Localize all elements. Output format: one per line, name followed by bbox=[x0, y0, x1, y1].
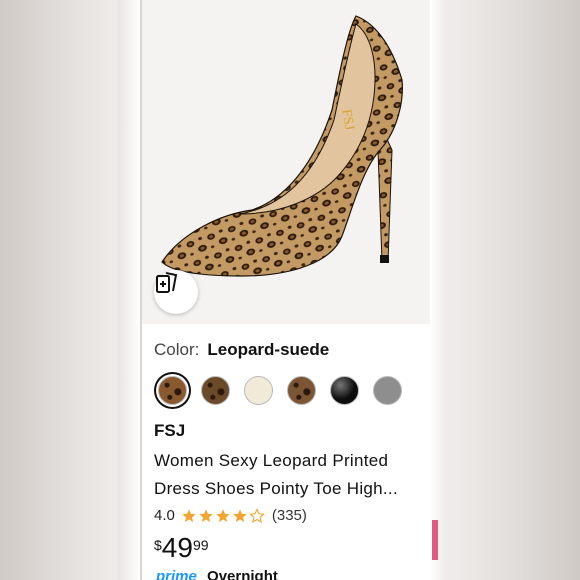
price-currency: $ bbox=[154, 537, 162, 553]
swatch-leopard-suede[interactable] bbox=[158, 376, 187, 405]
background-left bbox=[0, 0, 140, 580]
background-card-edge bbox=[118, 0, 140, 580]
swatch-snake[interactable] bbox=[373, 376, 402, 405]
star-filled-icon bbox=[216, 508, 230, 522]
product-title[interactable]: Women Sexy Leopard Printed Dress Shoes P… bbox=[154, 447, 418, 503]
rating-row[interactable]: 4.0 (335) bbox=[154, 507, 418, 524]
swatch-leopard-dark[interactable] bbox=[201, 376, 230, 405]
color-value: Leopard-suede bbox=[207, 340, 330, 359]
color-label: Color: bbox=[154, 340, 200, 359]
rating-stars bbox=[181, 507, 266, 524]
next-card-accent bbox=[432, 520, 438, 560]
delivery-text: Overnight bbox=[207, 568, 278, 580]
color-selection-row: Color: Leopard-suede bbox=[154, 340, 418, 360]
star-filled-icon bbox=[182, 508, 196, 522]
rating-value: 4.0 bbox=[154, 507, 175, 524]
star-empty-icon bbox=[248, 507, 265, 523]
price-whole: 49 bbox=[161, 532, 193, 563]
background-right bbox=[430, 0, 580, 580]
product-card[interactable]: FSJ Color: Leopard-suede FSJ Women Sexy … bbox=[142, 0, 430, 580]
prime-delivery-row: prime Overnight bbox=[156, 568, 278, 580]
next-card-edge bbox=[430, 0, 444, 580]
prime-logo: prime bbox=[156, 568, 197, 580]
price: $ 49 99 bbox=[154, 534, 418, 562]
product-info: Color: Leopard-suede FSJ Women Sexy Leop… bbox=[142, 324, 430, 562]
product-title-line-2: Dress Shoes Pointy Toe High... bbox=[154, 479, 398, 498]
color-swatches bbox=[158, 376, 418, 405]
rating-count: (335) bbox=[271, 507, 307, 524]
star-filled-icon bbox=[199, 508, 213, 522]
price-fraction: 99 bbox=[192, 537, 209, 553]
product-title-line-1: Women Sexy Leopard Printed bbox=[154, 451, 389, 470]
swatch-black[interactable] bbox=[330, 376, 359, 405]
star-filled-icon bbox=[233, 508, 247, 522]
product-image[interactable]: FSJ bbox=[142, 0, 430, 324]
brand-name[interactable]: FSJ bbox=[154, 421, 418, 441]
swatch-leopard-brown[interactable] bbox=[287, 376, 316, 405]
swatch-beige[interactable] bbox=[244, 376, 273, 405]
compare-button[interactable] bbox=[154, 270, 198, 314]
compare-cards-icon bbox=[156, 272, 178, 293]
